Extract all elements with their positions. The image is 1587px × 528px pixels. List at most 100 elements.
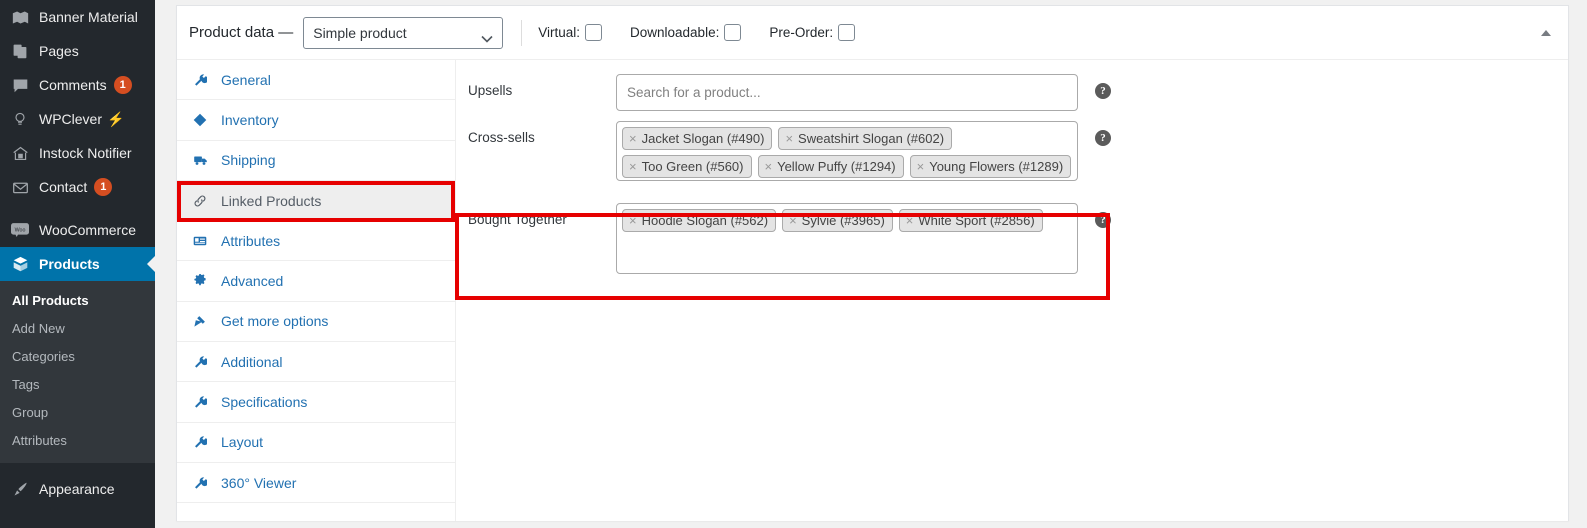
banner-icon bbox=[10, 7, 30, 27]
cross-sells-help-icon[interactable]: ? bbox=[1095, 130, 1111, 146]
comments-count-badge: 1 bbox=[113, 76, 132, 94]
sidebar-item-label: Pages bbox=[39, 43, 79, 59]
tab-label: Advanced bbox=[221, 273, 284, 290]
upsells-input[interactable]: Search for a product... bbox=[616, 74, 1078, 111]
tab-label: Inventory bbox=[221, 111, 279, 128]
product-data-body: General Inventory Shipping Linked Produc… bbox=[177, 60, 1568, 521]
virtual-label: Virtual: bbox=[538, 25, 581, 40]
tab-linked-products[interactable]: Linked Products bbox=[177, 180, 455, 222]
tab-get-more-options[interactable]: Get more options bbox=[177, 302, 455, 343]
tab-advanced[interactable]: Advanced bbox=[177, 261, 455, 302]
bought-together-input[interactable]: × Hoodie Slogan (#562) × Sylvie (#3965) … bbox=[616, 203, 1078, 274]
chip-label: Young Flowers (#1289) bbox=[929, 159, 1064, 174]
chip-remove-icon[interactable]: × bbox=[623, 131, 642, 146]
sidebar-item-label: WooCommerce bbox=[39, 222, 136, 238]
downloadable-checkbox[interactable] bbox=[724, 24, 742, 41]
tab-general[interactable]: General bbox=[177, 60, 455, 101]
tab-label: Get more options bbox=[221, 313, 329, 330]
downloadable-checkbox-group[interactable]: Downloadable: bbox=[630, 24, 742, 41]
product-data-tabs: General Inventory Shipping Linked Produc… bbox=[177, 60, 456, 521]
product-type-select-wrapper: Simple product bbox=[303, 16, 504, 49]
chip-label: Sylvie (#3965) bbox=[801, 213, 885, 228]
chip-remove-icon[interactable]: × bbox=[783, 213, 802, 228]
virtual-checkbox[interactable] bbox=[585, 24, 603, 41]
chip-label: Jacket Slogan (#490) bbox=[641, 131, 765, 146]
tab-specifications[interactable]: Specifications bbox=[177, 382, 455, 423]
product-type-select[interactable]: Simple product bbox=[303, 16, 504, 49]
wrench-icon bbox=[191, 355, 209, 369]
chip[interactable]: × Young Flowers (#1289) bbox=[909, 155, 1072, 178]
wrench-icon bbox=[191, 73, 209, 87]
admin-sidebar: Banner Material Pages Comments 1 WPCleve… bbox=[0, 0, 155, 528]
wrench-icon bbox=[191, 435, 209, 449]
preorder-label: Pre-Order: bbox=[769, 25, 834, 40]
tab-label: 360° Viewer bbox=[221, 474, 297, 491]
chip[interactable]: × Yellow Puffy (#1294) bbox=[757, 155, 904, 178]
pages-icon bbox=[10, 41, 30, 61]
preorder-checkbox[interactable] bbox=[838, 24, 856, 41]
sidebar-separator bbox=[0, 204, 155, 213]
tab-360-viewer[interactable]: 360° Viewer bbox=[177, 463, 455, 504]
submenu-item-all-products[interactable]: All Products bbox=[0, 287, 155, 315]
tab-label: General bbox=[221, 71, 271, 88]
sidebar-item-label: Appearance bbox=[39, 481, 115, 497]
bought-together-label: Bought Together bbox=[468, 212, 567, 227]
products-box-icon bbox=[10, 254, 30, 274]
tab-additional[interactable]: Additional bbox=[177, 342, 455, 383]
link-icon bbox=[191, 194, 209, 208]
bell-house-icon bbox=[10, 143, 30, 163]
product-data-panel: Product data — Simple product Virtual: D… bbox=[176, 5, 1569, 521]
cross-sells-input[interactable]: × Jacket Slogan (#490) × Sweatshirt Slog… bbox=[616, 121, 1078, 181]
chip-remove-icon[interactable]: × bbox=[623, 213, 642, 228]
sidebar-item-pages[interactable]: Pages bbox=[0, 34, 155, 68]
submenu-item-tags[interactable]: Tags bbox=[0, 371, 155, 399]
woo-icon: Woo bbox=[10, 220, 30, 240]
chevron-up-icon[interactable] bbox=[1538, 25, 1554, 41]
chip[interactable]: × Sweatshirt Slogan (#602) bbox=[778, 127, 953, 150]
brush-icon bbox=[10, 479, 30, 499]
lightning-bolt-icon: ⚡ bbox=[107, 110, 125, 127]
tab-label: Linked Products bbox=[221, 192, 322, 209]
sidebar-item-contact[interactable]: Contact 1 bbox=[0, 170, 155, 204]
bought-together-help-icon[interactable]: ? bbox=[1095, 212, 1111, 228]
sidebar-separator bbox=[0, 463, 155, 472]
chip[interactable]: × White Sport (#2856) bbox=[898, 209, 1043, 232]
chip-remove-icon[interactable]: × bbox=[779, 131, 798, 146]
chip-remove-icon[interactable]: × bbox=[623, 159, 642, 174]
upsells-help-icon[interactable]: ? bbox=[1095, 83, 1111, 99]
tab-inventory[interactable]: Inventory bbox=[177, 100, 455, 141]
sidebar-item-comments[interactable]: Comments 1 bbox=[0, 68, 155, 102]
chip[interactable]: × Jacket Slogan (#490) bbox=[622, 127, 773, 150]
upsells-placeholder: Search for a product... bbox=[627, 85, 761, 100]
sidebar-item-instock-notifier[interactable]: Instock Notifier bbox=[0, 136, 155, 170]
preorder-checkbox-group[interactable]: Pre-Order: bbox=[769, 24, 856, 41]
chip-label: Hoodie Slogan (#562) bbox=[641, 213, 769, 228]
sidebar-item-appearance[interactable]: Appearance bbox=[0, 472, 155, 506]
tab-label: Additional bbox=[221, 353, 283, 370]
submenu-item-add-new[interactable]: Add New bbox=[0, 315, 155, 343]
tab-shipping[interactable]: Shipping bbox=[177, 141, 455, 181]
chip-remove-icon[interactable]: × bbox=[911, 159, 930, 174]
chip[interactable]: × Too Green (#560) bbox=[622, 155, 752, 178]
chip-remove-icon[interactable]: × bbox=[759, 159, 778, 174]
tab-attributes[interactable]: Attributes bbox=[177, 221, 455, 262]
chip[interactable]: × Sylvie (#3965) bbox=[782, 209, 893, 232]
submenu-item-attributes[interactable]: Attributes bbox=[0, 427, 155, 455]
downloadable-label: Downloadable: bbox=[630, 25, 720, 40]
chip-remove-icon[interactable]: × bbox=[900, 213, 919, 228]
attributes-icon bbox=[191, 234, 209, 248]
sidebar-item-wpclever[interactable]: WPClever ⚡ bbox=[0, 102, 155, 136]
cross-sells-label: Cross-sells bbox=[468, 130, 535, 145]
submenu-item-categories[interactable]: Categories bbox=[0, 343, 155, 371]
submenu-item-group[interactable]: Group bbox=[0, 399, 155, 427]
chip[interactable]: × Hoodie Slogan (#562) bbox=[622, 209, 777, 232]
sidebar-item-label: Banner Material bbox=[39, 9, 138, 25]
virtual-checkbox-group[interactable]: Virtual: bbox=[538, 24, 603, 41]
sidebar-item-woocommerce[interactable]: Woo WooCommerce bbox=[0, 213, 155, 247]
envelope-icon bbox=[10, 177, 30, 197]
sidebar-item-banner-material[interactable]: Banner Material bbox=[0, 0, 155, 34]
sidebar-item-products[interactable]: Products bbox=[0, 247, 155, 281]
lightbulb-icon bbox=[10, 109, 30, 129]
tab-layout[interactable]: Layout bbox=[177, 423, 455, 463]
comments-icon bbox=[10, 75, 30, 95]
